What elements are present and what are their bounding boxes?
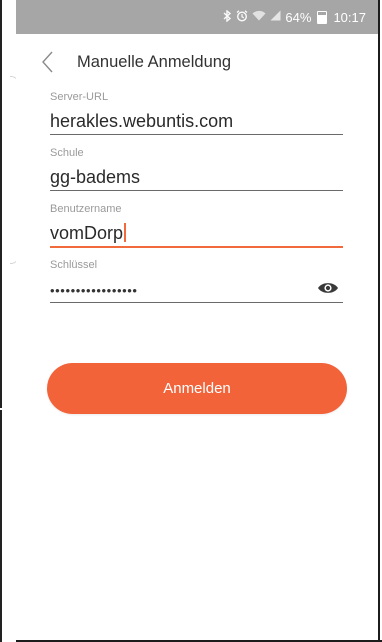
app-header: Manuelle Anmeldung bbox=[16, 34, 380, 90]
school-field[interactable]: Schule gg-badems bbox=[50, 147, 343, 191]
alarm-icon bbox=[236, 9, 248, 25]
background-window-edge bbox=[0, 0, 19, 642]
phone-screen: 64% 10:17 Manuelle Anmeldung Server-URL … bbox=[16, 0, 380, 642]
username-value: vomDorp bbox=[50, 223, 124, 243]
device-frame-edge bbox=[378, 0, 380, 642]
status-bar: 64% 10:17 bbox=[16, 0, 380, 34]
key-field[interactable]: Schlüssel ••••••••••••••••• bbox=[50, 259, 343, 303]
clock: 10:17 bbox=[333, 9, 366, 25]
key-input[interactable]: ••••••••••••••••• bbox=[50, 276, 343, 302]
page-title: Manuelle Anmeldung bbox=[77, 53, 232, 71]
battery-icon bbox=[317, 10, 328, 24]
input-underline-active bbox=[50, 246, 343, 248]
chevron-left-icon[interactable] bbox=[38, 48, 62, 76]
username-field[interactable]: Benutzername vomDorp bbox=[50, 203, 343, 248]
window-divider bbox=[0, 0, 2, 408]
input-underline bbox=[50, 302, 343, 303]
server-url-field[interactable]: Server-URL herakles.webuntis.com bbox=[50, 91, 343, 135]
login-button[interactable]: Anmelden bbox=[47, 363, 347, 414]
server-url-label: Server-URL bbox=[50, 91, 109, 103]
eye-icon[interactable] bbox=[317, 281, 339, 295]
signal-icon bbox=[270, 10, 281, 24]
input-underline bbox=[50, 190, 343, 191]
password-dots: ••••••••••••••••• bbox=[50, 283, 138, 298]
school-label: Schule bbox=[50, 147, 84, 159]
window-divider bbox=[0, 410, 2, 642]
input-underline bbox=[50, 134, 343, 135]
text-cursor bbox=[124, 223, 127, 242]
server-url-input[interactable]: herakles.webuntis.com bbox=[50, 108, 343, 134]
username-input[interactable]: vomDorp bbox=[50, 220, 343, 246]
key-label: Schlüssel bbox=[50, 259, 98, 271]
bluetooth-icon bbox=[223, 9, 232, 25]
username-label: Benutzername bbox=[50, 203, 122, 215]
school-input[interactable]: gg-badems bbox=[50, 164, 343, 190]
wifi-icon bbox=[252, 10, 266, 24]
battery-percent: 64% bbox=[285, 9, 312, 25]
